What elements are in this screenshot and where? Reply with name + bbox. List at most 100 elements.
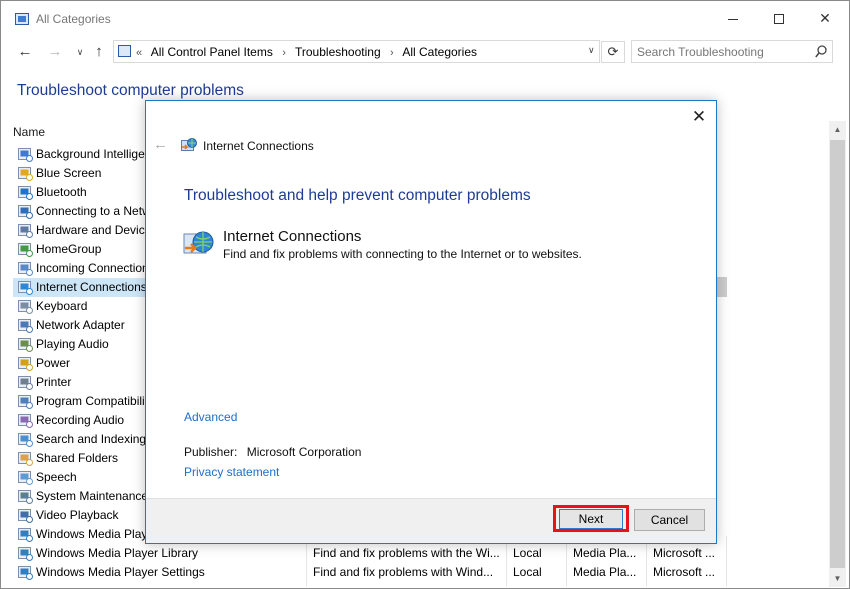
media-player-icon (18, 528, 33, 542)
printer-icon (18, 376, 33, 390)
control-panel-window: All Categories ✕ ← → ∨ ↑ « All Control P… (0, 0, 850, 589)
publisher-info: Publisher: Microsoft Corporation (184, 445, 361, 459)
network-icon (18, 205, 33, 219)
audio-icon (18, 338, 33, 352)
list-item-name: Speech (36, 470, 77, 484)
troubleshooter-description: Find and fix problems with connecting to… (223, 247, 582, 261)
chevron-down-icon: ∨ (588, 45, 595, 55)
arrow-up-icon: ↑ (95, 43, 103, 60)
navigation-bar: ← → ∨ ↑ « All Control Panel Items › Trou… (1, 39, 849, 65)
breadcrumb-item-troubleshooting[interactable]: Troubleshooting (295, 45, 381, 59)
chevron-right-icon[interactable]: › (390, 47, 394, 59)
column-divider (726, 536, 727, 586)
triangle-up-icon: ▲ (833, 125, 842, 134)
internet-connections-icon (181, 138, 197, 151)
list-item-name: Playing Audio (36, 337, 109, 351)
arrow-left-icon: ← (153, 136, 168, 153)
scroll-down-button[interactable]: ▼ (829, 570, 846, 587)
chevron-right-icon[interactable]: › (282, 47, 286, 59)
dialog-close-button[interactable]: ✕ (681, 103, 717, 131)
list-item-name: Power (36, 356, 71, 370)
refresh-icon: ⟳ (607, 44, 619, 59)
list-item-location: Local (513, 546, 542, 560)
power-icon (18, 357, 33, 371)
control-panel-icon (118, 45, 131, 57)
list-item-name: Hardware and Devices (36, 223, 158, 237)
list-item[interactable]: Windows Media Player Library Find and fix… (13, 544, 725, 563)
list-item-name: Printer (36, 375, 72, 389)
up-button[interactable]: ↑ (89, 42, 109, 62)
arrow-right-icon: → (47, 43, 63, 60)
internet-connections-icon (183, 231, 214, 254)
search-box (631, 40, 833, 63)
list-item-name: Keyboard (36, 299, 88, 313)
minimize-button[interactable] (710, 1, 756, 35)
breadcrumb-item-control-panel[interactable]: All Control Panel Items (151, 45, 273, 59)
hardware-icon (18, 224, 33, 238)
breadcrumb-item-all-categories[interactable]: All Categories (402, 45, 477, 59)
list-item-category: Media Pla... (573, 546, 637, 560)
next-button[interactable]: Next (559, 509, 623, 529)
control-panel-icon (15, 13, 29, 25)
troubleshooter-name: Internet Connections (223, 228, 362, 245)
keyboard-icon (18, 300, 33, 314)
windows-flag-icon (18, 167, 33, 181)
dialog-back-button[interactable]: ← (153, 136, 168, 153)
list-item-name: HomeGroup (36, 242, 102, 256)
breadcrumb-overflow[interactable]: « (136, 47, 142, 59)
list-item[interactable]: Windows Media Player Settings Find and fi… (13, 563, 725, 582)
troubleshooter-dialog: ✕ ← Internet Connections Troubleshoot an… (145, 100, 717, 544)
speech-icon (18, 471, 33, 485)
list-item-name: Search and Indexing (36, 432, 147, 446)
scrollbar-thumb[interactable] (830, 140, 845, 568)
search-icon[interactable] (815, 45, 827, 58)
vertical-scrollbar[interactable]: ▲ ▼ (829, 121, 846, 587)
close-button[interactable]: ✕ (802, 1, 848, 35)
list-item-name: Blue Screen (36, 166, 102, 180)
address-dropdown-button[interactable]: ∨ (588, 45, 595, 56)
breadcrumb: « All Control Panel Items › Troubleshoot… (136, 45, 483, 59)
list-item-publisher: Microsoft ... (653, 565, 716, 579)
list-item-name: Windows Media Player Library (36, 546, 199, 560)
bluetooth-icon (18, 186, 33, 200)
next-button-highlight: Next (553, 505, 629, 532)
close-icon: ✕ (691, 107, 707, 126)
scroll-up-button[interactable]: ▲ (829, 121, 846, 138)
chevron-down-icon: ∨ (76, 47, 84, 57)
media-player-icon (18, 547, 33, 561)
network-adapter-icon (18, 319, 33, 333)
cancel-button[interactable]: Cancel (634, 509, 705, 531)
refresh-button[interactable]: ⟳ (601, 41, 625, 63)
minimize-icon (728, 18, 738, 20)
homegroup-icon (18, 243, 33, 257)
maximize-button[interactable] (756, 1, 802, 35)
list-item-description: Find and fix problems with Wind... (313, 565, 494, 579)
privacy-statement-link[interactable]: Privacy statement (184, 465, 279, 479)
list-item-name: Recording Audio (36, 413, 125, 427)
list-item-name: Incoming Connections (36, 261, 155, 275)
dialog-heading: Troubleshoot and help prevent computer p… (184, 187, 531, 204)
publisher-label: Publisher: (184, 445, 238, 459)
column-header-name[interactable]: Name (13, 125, 45, 139)
list-item-description: Find and fix problems with the Wi... (313, 546, 500, 560)
search-indexing-icon (18, 433, 33, 447)
recent-locations-button[interactable]: ∨ (70, 42, 90, 62)
back-button[interactable]: ← (15, 42, 35, 62)
list-item-publisher: Microsoft ... (653, 546, 716, 560)
title-bar: All Categories ✕ (1, 1, 849, 37)
address-bar[interactable]: « All Control Panel Items › Troubleshoot… (113, 40, 600, 63)
system-maintenance-icon (18, 490, 33, 504)
window-title: All Categories (36, 12, 111, 26)
maximize-icon (774, 14, 784, 25)
close-icon: ✕ (819, 10, 831, 26)
video-playback-icon (18, 509, 33, 523)
list-item-location: Local (513, 565, 542, 579)
advanced-link[interactable]: Advanced (184, 410, 237, 424)
triangle-down-icon: ▼ (833, 574, 842, 583)
incoming-connections-icon (18, 262, 33, 276)
internet-connections-icon (18, 281, 33, 295)
search-input[interactable] (632, 41, 810, 62)
forward-button[interactable]: → (45, 42, 65, 62)
dialog-footer: Next Cancel (146, 498, 716, 543)
list-item-name: Shared Folders (36, 451, 119, 465)
